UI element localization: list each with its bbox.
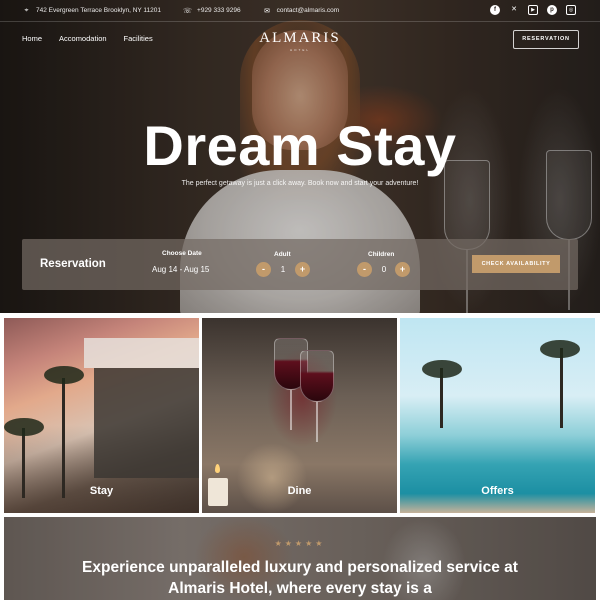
date-picker[interactable]: Aug 14 - Aug 15 xyxy=(152,265,209,274)
date-label: Choose Date xyxy=(162,250,202,257)
adult-label: Adult xyxy=(274,251,291,258)
wine-glass-stem xyxy=(316,402,318,442)
reservation-title: Reservation xyxy=(40,258,106,270)
palm-leaves-image xyxy=(44,366,84,384)
offers-card-label: Offers xyxy=(481,485,514,497)
reservation-panel: Reservation Choose Date Aug 14 - Aug 15 … xyxy=(22,239,578,290)
candle-flame xyxy=(215,464,220,473)
dine-card-label: Dine xyxy=(287,485,312,497)
phone-icon: ☏ xyxy=(183,7,192,15)
testimonial-text: Experience unparalleled luxury and perso… xyxy=(82,559,518,597)
adult-minus-button[interactable]: - xyxy=(256,262,271,277)
phone-text[interactable]: +929 333 9296 xyxy=(197,7,241,14)
palm-tree-image xyxy=(62,378,65,498)
children-minus-button[interactable]: - xyxy=(357,262,372,277)
rating-stars: ★★★★★ xyxy=(274,539,326,548)
wine-glass-image xyxy=(300,350,334,402)
hero-subtitle: The perfect getaway is just a click away… xyxy=(181,180,419,187)
envelope-icon: ✉ xyxy=(264,7,271,15)
testimonial-section: ★★★★★ Experience unparalleled luxury and… xyxy=(4,517,596,600)
wine-glass-stem xyxy=(290,390,292,430)
palm-leaves-image xyxy=(4,418,44,436)
palm-leaves-image xyxy=(540,340,580,358)
stay-card-label: Stay xyxy=(89,485,114,497)
email-text[interactable]: contact@almaris.com xyxy=(277,7,340,14)
offers-card[interactable]: Offers xyxy=(400,318,595,513)
villa-image-roof xyxy=(84,338,199,368)
dine-card[interactable]: Dine xyxy=(202,318,397,513)
facebook-icon[interactable]: f xyxy=(490,5,500,15)
logo[interactable]: ALMARIS xyxy=(0,30,600,47)
address-text: 742 Evergreen Terrace Brooklyn, NY 11201 xyxy=(36,7,162,14)
children-value: 0 xyxy=(381,265,387,274)
pinterest-icon[interactable]: p xyxy=(547,5,557,15)
social-links: f ✕ ▶ p ◎ xyxy=(481,5,576,15)
map-pin-icon: ⌖ xyxy=(24,6,29,14)
reservation-button[interactable]: RESERVATION xyxy=(513,30,579,49)
x-icon[interactable]: ✕ xyxy=(509,5,519,15)
adult-plus-button[interactable]: + xyxy=(295,262,310,277)
hero-title: Dream Stay xyxy=(143,114,457,177)
email-item[interactable]: ✉ contact@almaris.com xyxy=(263,7,340,15)
villa-image xyxy=(94,368,199,478)
hero-section: ⌖ 742 Evergreen Terrace Brooklyn, NY 112… xyxy=(0,0,600,313)
phone-item[interactable]: ☏ +929 333 9296 xyxy=(183,7,241,15)
check-availability-button[interactable]: CHECK AVAILABILITY xyxy=(472,255,560,273)
logo-subtitle: HOTEL xyxy=(289,48,310,52)
instagram-icon[interactable]: ◎ xyxy=(566,5,576,15)
contact-bar: ⌖ 742 Evergreen Terrace Brooklyn, NY 112… xyxy=(0,0,600,22)
adult-value: 1 xyxy=(280,265,286,274)
palm-leaves-image xyxy=(422,360,462,378)
children-plus-button[interactable]: + xyxy=(395,262,410,277)
youtube-icon[interactable]: ▶ xyxy=(528,5,538,15)
stay-card[interactable]: Stay xyxy=(4,318,199,513)
address-item: ⌖ 742 Evergreen Terrace Brooklyn, NY 112… xyxy=(22,6,162,15)
children-label: Children xyxy=(368,251,395,258)
main-nav: Home Accomodation Facilities ALMARIS HOT… xyxy=(0,22,600,56)
palm-tree-image xyxy=(560,348,563,428)
